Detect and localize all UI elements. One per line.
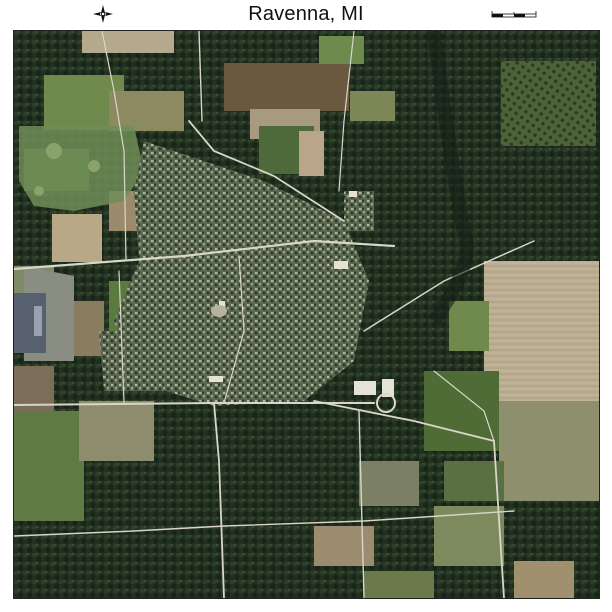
scale-bar-icon — [491, 11, 537, 18]
sports-field — [211, 305, 227, 317]
map-header: Ravenna, MI — [0, 0, 612, 30]
aerial-map[interactable] — [13, 30, 600, 599]
aerial-imagery — [14, 31, 599, 598]
